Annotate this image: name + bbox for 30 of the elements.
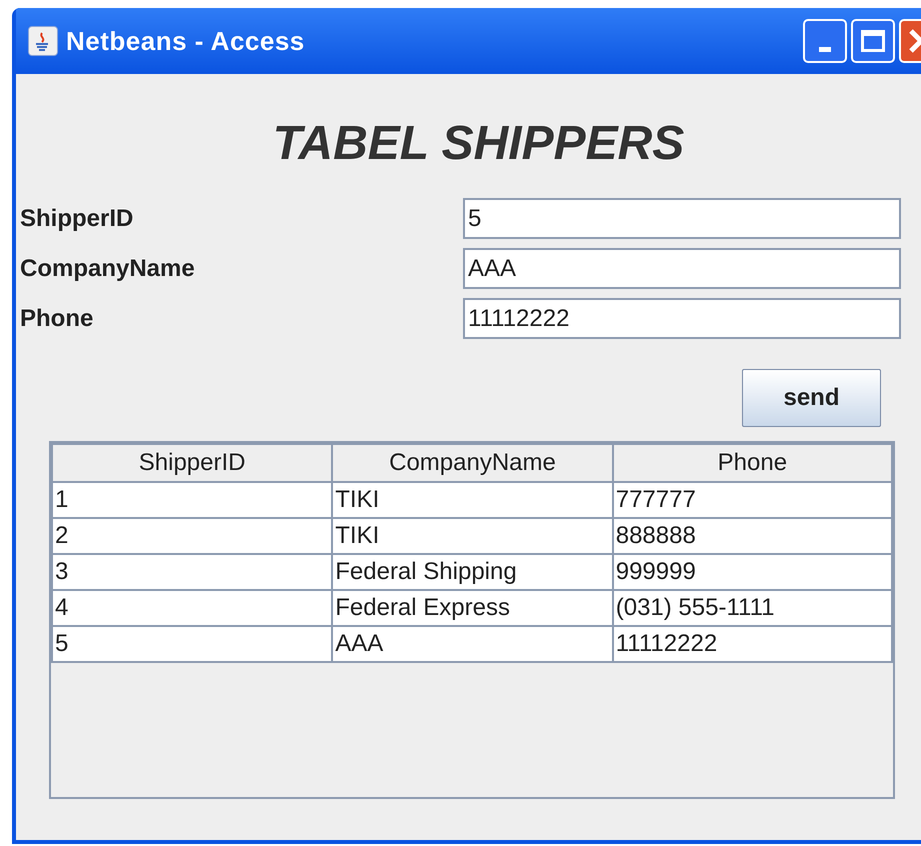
input-field[interactable]: 5 [463,198,901,239]
table-cell: (031) 555-1111 [612,590,892,626]
window-title: Netbeans - Access [66,24,306,58]
table-cell: 11112222 [612,626,892,662]
table-cell: 3 [52,554,332,590]
table-cell: 2 [52,518,332,554]
field-label: CompanyName [19,254,196,284]
table-cell: 5 [52,626,332,662]
table-cell: TIKI [332,518,613,554]
form-heading: TABEL SHIPPERS [272,116,686,172]
app-icon [28,26,58,56]
field-label: ShipperID [19,204,134,234]
column-header[interactable]: Phone [612,444,892,482]
field-label: Phone [19,304,94,334]
minimize-button[interactable] [803,19,847,63]
column-header[interactable]: CompanyName [332,444,613,482]
send-button[interactable]: send [742,369,881,427]
maximize-button[interactable] [851,19,895,63]
table-cell: TIKI [332,482,613,518]
input-field[interactable]: AAA [463,248,901,289]
column-header[interactable]: ShipperID [52,444,332,482]
table-cell: Federal Express [332,590,613,626]
table-cell: AAA [332,626,613,662]
table-cell: 777777 [612,482,892,518]
table-cell: Federal Shipping [332,554,613,590]
table-cell: 1 [52,482,332,518]
table-cell: 4 [52,590,332,626]
table-cell: 888888 [612,518,892,554]
input-field[interactable]: 11112222 [463,298,901,339]
table-cell: 999999 [612,554,892,590]
